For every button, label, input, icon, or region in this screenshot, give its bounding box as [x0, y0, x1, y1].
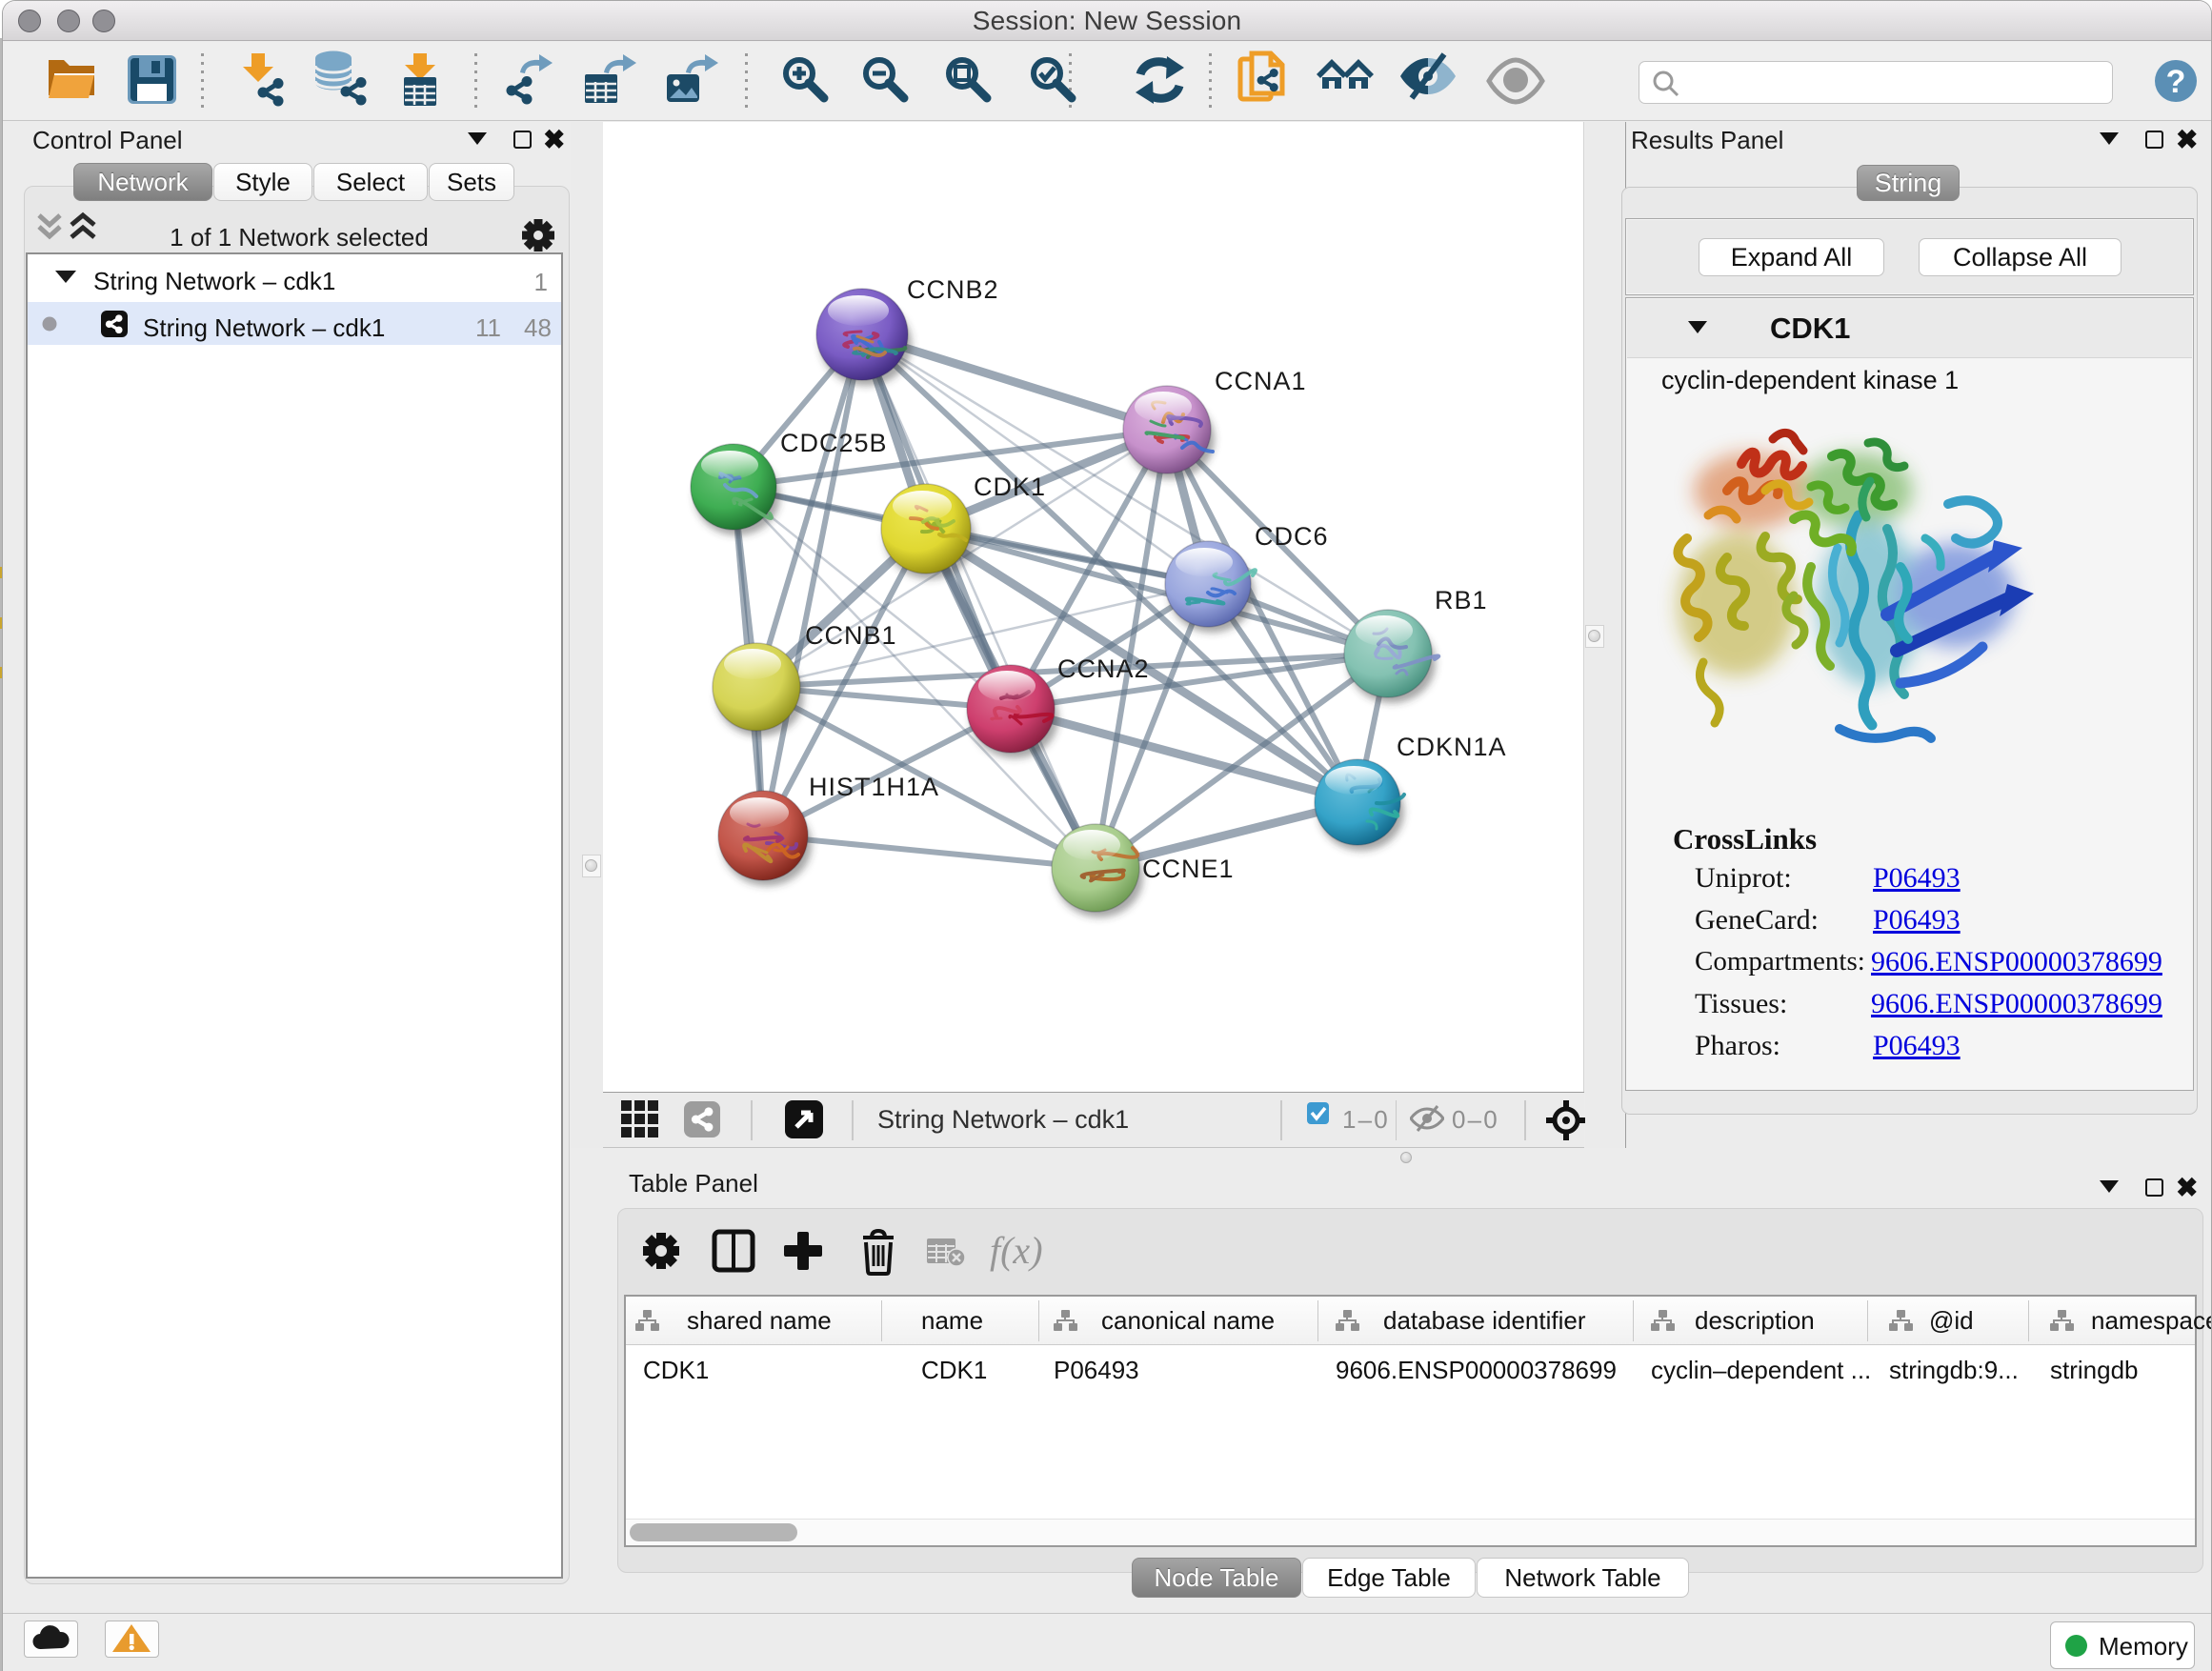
- svg-text:RB1: RB1: [1435, 586, 1488, 614]
- svg-text:CDK1: CDK1: [974, 473, 1046, 501]
- svg-text:f(x): f(x): [990, 1229, 1043, 1272]
- svg-text:CCNB2: CCNB2: [907, 275, 999, 304]
- svg-text:CDC25B: CDC25B: [780, 429, 888, 457]
- svg-text:HIST1H1A: HIST1H1A: [809, 773, 939, 801]
- svg-text:CCNE1: CCNE1: [1142, 855, 1235, 883]
- svg-text:CDC6: CDC6: [1255, 522, 1329, 551]
- svg-text:CCNB1: CCNB1: [805, 621, 897, 650]
- svg-text:CCNA1: CCNA1: [1215, 367, 1307, 395]
- svg-text:?: ?: [2166, 64, 2186, 100]
- svg-text:CDKN1A: CDKN1A: [1397, 733, 1507, 761]
- svg-text:CCNA2: CCNA2: [1057, 654, 1150, 683]
